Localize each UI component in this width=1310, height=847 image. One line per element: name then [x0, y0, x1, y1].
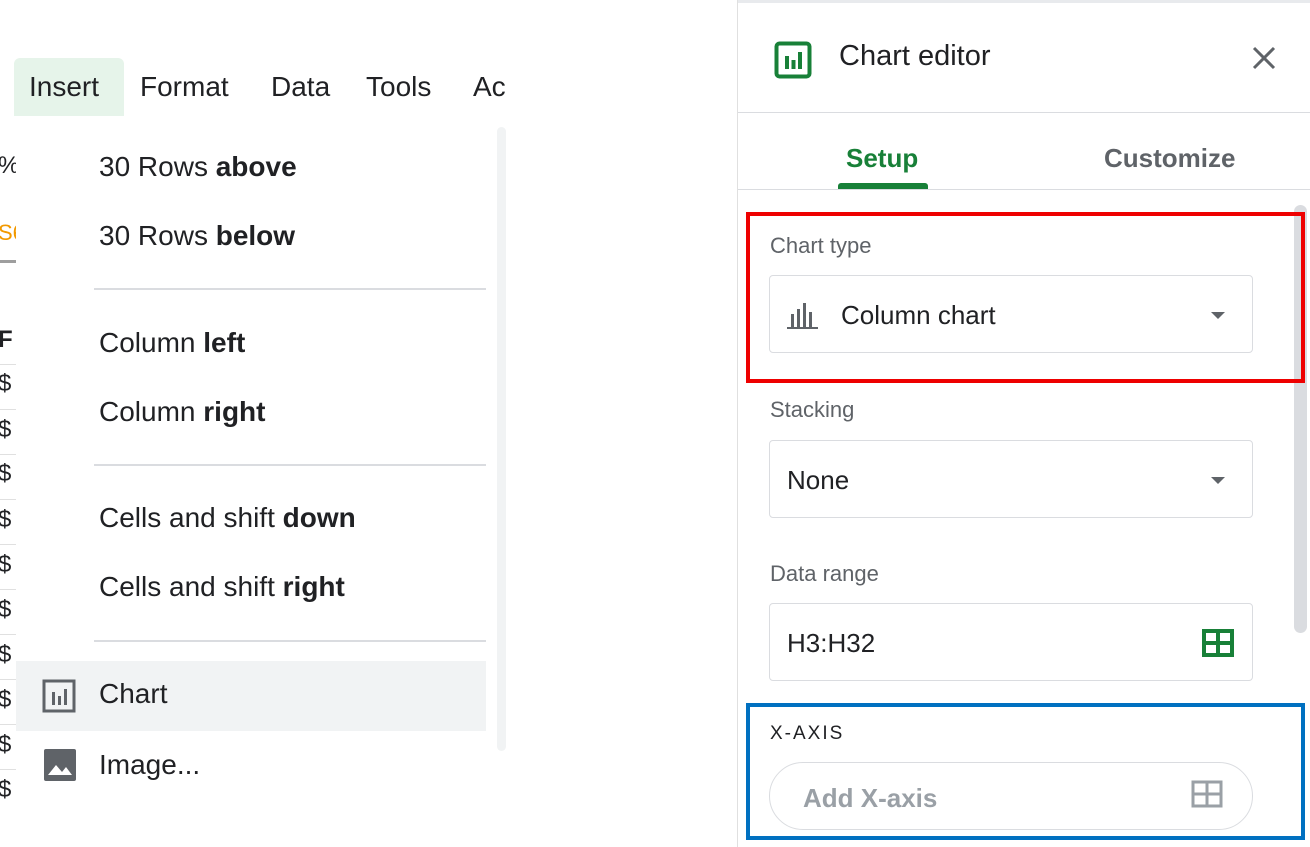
menu-addons-label: Ac	[473, 71, 506, 102]
stacking-value: None	[787, 465, 850, 495]
sheet-fragment: $	[0, 731, 12, 758]
stacking-label: Stacking	[770, 397, 855, 422]
menu-item-cells-shift-right[interactable]: Cells and shift right	[99, 571, 345, 603]
sheet-row-line	[0, 724, 16, 725]
menu-divider	[94, 464, 486, 466]
insert-dropdown: 30 Rows above 30 Rows below Column left …	[16, 118, 506, 781]
data-range-field[interactable]: H3:H32	[769, 603, 1253, 681]
menu-item-rows-above[interactable]: 30 Rows above	[99, 151, 297, 183]
chart-type-highlight	[746, 212, 1305, 383]
sheet-fragment: $	[0, 506, 12, 533]
sheet-fragment: $	[0, 641, 12, 668]
image-icon	[43, 748, 77, 787]
cells-down-prefix: Cells and shift	[99, 502, 283, 533]
sheet-row-line	[0, 544, 16, 545]
cells-right-emphasis: right	[282, 571, 345, 602]
menu-item-image[interactable]: Image...	[16, 731, 486, 793]
menu-insert[interactable]: Insert	[14, 58, 124, 116]
menu-item-chart[interactable]: Chart	[16, 661, 486, 731]
sheet-row-line	[0, 769, 16, 770]
sheet-fragment: $	[0, 460, 12, 487]
menu-data[interactable]: Data	[271, 58, 330, 116]
rows-above-emphasis: above	[215, 151, 297, 182]
menu-item-rows-below[interactable]: 30 Rows below	[99, 220, 295, 252]
sheet-edge: % S6 F $ $ $ $ $ $ $ $ $ $	[0, 118, 16, 847]
sheet-row-line	[0, 634, 16, 635]
sheet-fragment: S6	[0, 220, 16, 245]
sheet-row-line	[0, 679, 16, 680]
sheet-fragment: %	[0, 152, 16, 180]
menu-format-label: Format	[140, 71, 229, 102]
menu-divider	[94, 288, 486, 290]
column-right-prefix: Column	[99, 396, 204, 427]
sheet-row-line	[0, 409, 16, 410]
grid-select-icon[interactable]	[1202, 629, 1234, 662]
chart-editor-title: Chart editor	[839, 40, 991, 72]
header-divider	[738, 112, 1310, 113]
sheet-fragment: $	[0, 370, 12, 397]
stacking-select[interactable]: None	[769, 440, 1253, 518]
image-label: Image...	[99, 749, 201, 780]
menu-item-column-right[interactable]: Column right	[99, 396, 265, 428]
panel-top-border	[738, 0, 1310, 3]
menu-bar: Insert Format Data Tools Ac	[0, 58, 507, 116]
menu-tools[interactable]: Tools	[366, 58, 431, 116]
chart-editor-icon	[774, 41, 812, 84]
menu-insert-label: Insert	[29, 71, 100, 102]
sheet-row-line	[0, 589, 16, 590]
column-left-emphasis: left	[203, 327, 246, 358]
sheet-row-line	[0, 499, 16, 500]
close-icon[interactable]	[1246, 40, 1282, 76]
menu-format[interactable]: Format	[140, 58, 229, 116]
rows-below-emphasis: below	[215, 220, 296, 251]
menu-item-cells-shift-down[interactable]: Cells and shift down	[99, 502, 356, 534]
tab-customize[interactable]: Customize	[1104, 143, 1235, 174]
column-right-emphasis: right	[203, 396, 266, 427]
sheet-fragment: $	[0, 551, 12, 578]
menu-tools-label: Tools	[366, 71, 432, 102]
data-range-value: H3:H32	[787, 628, 876, 658]
sheet-fragment: F	[0, 326, 13, 353]
data-range-label: Data range	[770, 561, 879, 586]
menu-addons[interactable]: Ac	[473, 58, 506, 116]
chevron-down-icon	[1211, 477, 1225, 484]
sheet-fragment: $	[0, 596, 12, 623]
sheet-fragment: $	[0, 416, 12, 443]
menu-divider	[94, 640, 486, 642]
menu-scrollbar[interactable]	[497, 127, 506, 751]
rows-above-prefix: 30 Rows	[99, 151, 216, 182]
menu-item-column-left[interactable]: Column left	[99, 327, 245, 359]
tab-setup[interactable]: Setup	[846, 143, 918, 174]
sheet-row-line	[0, 454, 16, 455]
rows-below-prefix: 30 Rows	[99, 220, 216, 251]
cells-right-prefix: Cells and shift	[99, 571, 283, 602]
chart-label: Chart	[99, 678, 168, 709]
sheet-divider	[0, 260, 16, 263]
sheet-fragment: $	[0, 776, 12, 803]
chart-icon	[42, 679, 76, 718]
sheet-fragment: $	[0, 686, 12, 713]
menu-data-label: Data	[271, 71, 331, 102]
x-axis-highlight	[746, 703, 1305, 840]
column-left-prefix: Column	[99, 327, 204, 358]
sheet-row-line	[0, 364, 16, 365]
cells-down-emphasis: down	[282, 502, 356, 533]
tabs-divider	[738, 189, 1310, 190]
